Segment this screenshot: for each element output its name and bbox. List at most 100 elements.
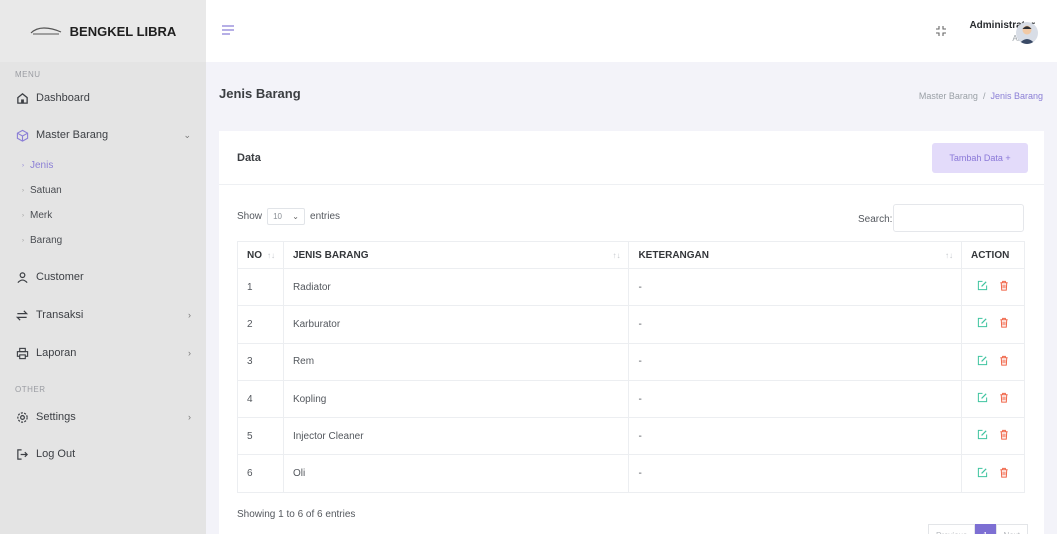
- sidebar-item-customer[interactable]: Customer: [15, 270, 191, 284]
- cell-action: [960, 379, 1026, 419]
- search-input[interactable]: [893, 204, 1024, 232]
- sort-icon: ↑↓: [266, 251, 275, 260]
- cell-jenis: Kopling: [282, 379, 630, 419]
- data-table: NO ↑↓ JENIS BARANG ↑↓ KETERANGAN ↑↓ ACTION …: [237, 241, 1026, 493]
- avatar[interactable]: [1016, 22, 1038, 44]
- cell-action: [960, 267, 1026, 307]
- pagination: Previous 1 Next: [927, 524, 1028, 534]
- search-label: Search:: [858, 214, 893, 225]
- cube-icon: [15, 128, 29, 142]
- column-header-jenis-barang[interactable]: JENIS BARANG ↑↓: [282, 241, 630, 269]
- show-label: Show: [237, 211, 263, 222]
- edit-icon[interactable]: [977, 392, 988, 406]
- breadcrumb-separator: /: [982, 91, 986, 101]
- sidebar-item-dashboard[interactable]: Dashboard: [15, 91, 191, 105]
- edit-icon[interactable]: [977, 280, 988, 294]
- sidebar-label-logout: Log Out: [36, 448, 76, 460]
- cell-jenis: Rem: [282, 342, 630, 381]
- table-info: Showing 1 to 6 of 6 entries: [237, 509, 356, 520]
- topbar: Administrator Admin: [206, 0, 1057, 62]
- sidebar-subitem-merk[interactable]: › Merk: [22, 210, 52, 221]
- bullet-icon: ›: [22, 212, 24, 219]
- edit-icon[interactable]: [977, 467, 988, 481]
- delete-icon[interactable]: [999, 467, 1009, 481]
- bullet-icon: ›: [22, 162, 24, 169]
- sidebar-subitem-jenis[interactable]: › Jenis: [22, 160, 53, 171]
- card-title: Data: [237, 152, 261, 164]
- delete-icon[interactable]: [999, 392, 1009, 406]
- sort-icon: ↑↓: [944, 251, 953, 260]
- table-row: 1 Radiator -: [237, 267, 1026, 307]
- other-section-title: OTHER: [15, 385, 46, 394]
- add-data-button[interactable]: Tambah Data +: [932, 143, 1028, 173]
- cell-jenis: Oli: [282, 454, 630, 493]
- printer-icon: [15, 346, 29, 360]
- edit-icon[interactable]: [977, 317, 988, 331]
- edit-icon[interactable]: [977, 429, 988, 443]
- sidebar-label-laporan: Laporan: [36, 347, 77, 359]
- breadcrumb-current: Jenis Barang: [990, 91, 1043, 101]
- sidebar: BENGKEL LIBRA MENU Dashboard Master Bara…: [0, 0, 206, 534]
- cell-no: 5: [237, 417, 284, 456]
- cell-keterangan: -: [628, 267, 962, 307]
- cell-jenis: Radiator: [282, 267, 630, 307]
- chevron-right-icon: ›: [188, 310, 191, 320]
- column-header-keterangan[interactable]: KETERANGAN ↑↓: [628, 241, 962, 269]
- cell-no: 4: [237, 379, 284, 419]
- chevron-right-icon: ›: [188, 348, 191, 358]
- pagination-page-1[interactable]: 1: [975, 524, 996, 534]
- cell-keterangan: -: [628, 454, 962, 493]
- brand[interactable]: BENGKEL LIBRA: [0, 0, 206, 62]
- table-header-row: NO ↑↓ JENIS BARANG ↑↓ KETERANGAN ↑↓ ACTION: [237, 241, 1026, 269]
- cell-keterangan: -: [628, 417, 962, 456]
- delete-icon[interactable]: [999, 355, 1009, 369]
- sidebar-subitem-barang[interactable]: › Barang: [22, 235, 62, 246]
- sidebar-label-dashboard: Dashboard: [36, 92, 90, 104]
- sidebar-label-settings: Settings: [36, 411, 76, 423]
- bullet-icon: ›: [22, 237, 24, 244]
- bullet-icon: ›: [22, 187, 24, 194]
- sidebar-item-settings[interactable]: Settings ›: [15, 410, 191, 424]
- table-row: 6 Oli -: [237, 454, 1026, 493]
- sidebar-item-logout[interactable]: Log Out: [15, 447, 191, 461]
- cell-no: 1: [237, 267, 284, 307]
- menu-toggle-icon[interactable]: [222, 25, 234, 38]
- cell-no: 2: [237, 305, 284, 344]
- table-row: 5 Injector Cleaner -: [237, 417, 1026, 456]
- entries-label: entries: [310, 211, 341, 222]
- sidebar-item-laporan[interactable]: Laporan ›: [15, 346, 191, 360]
- sidebar-item-master-barang[interactable]: Master Barang ⌄: [15, 128, 191, 142]
- delete-icon[interactable]: [999, 317, 1009, 331]
- cell-jenis: Karburator: [282, 305, 630, 344]
- data-card: Data Tambah Data + Show 10 ⌄ entries Sea…: [219, 131, 1044, 534]
- home-icon: [15, 91, 29, 105]
- cell-action: [960, 342, 1026, 381]
- chevron-down-icon: ⌄: [292, 212, 299, 221]
- pagination-next[interactable]: Next: [995, 524, 1028, 534]
- column-header-no[interactable]: NO ↑↓: [237, 241, 284, 269]
- pagination-previous[interactable]: Previous: [927, 524, 976, 534]
- delete-icon[interactable]: [999, 429, 1009, 443]
- sidebar-subitem-satuan[interactable]: › Satuan: [22, 185, 62, 196]
- car-logo-icon: [30, 26, 62, 36]
- user-icon: [15, 270, 29, 284]
- edit-icon[interactable]: [977, 355, 988, 369]
- cell-jenis: Injector Cleaner: [282, 417, 630, 456]
- sidebar-label-customer: Customer: [36, 271, 84, 283]
- menu-section-title: MENU: [15, 70, 41, 79]
- breadcrumb-parent[interactable]: Master Barang: [919, 91, 978, 101]
- table-row: 2 Karburator -: [237, 305, 1026, 344]
- sort-icon: ↑↓: [612, 251, 621, 260]
- entries-select[interactable]: 10 ⌄: [267, 208, 306, 225]
- cell-action: [960, 305, 1026, 344]
- column-header-action: ACTION: [960, 241, 1026, 269]
- exchange-icon: [15, 308, 29, 322]
- breadcrumb: Master Barang / Jenis Barang: [919, 91, 1043, 101]
- sidebar-item-transaksi[interactable]: Transaksi ›: [15, 308, 191, 322]
- chevron-down-icon: ⌄: [183, 129, 191, 140]
- page-title: Jenis Barang: [219, 86, 301, 101]
- delete-icon[interactable]: [999, 280, 1009, 294]
- cell-action: [960, 417, 1026, 456]
- fullscreen-exit-icon[interactable]: [935, 25, 947, 40]
- table-row: 3 Rem -: [237, 342, 1026, 381]
